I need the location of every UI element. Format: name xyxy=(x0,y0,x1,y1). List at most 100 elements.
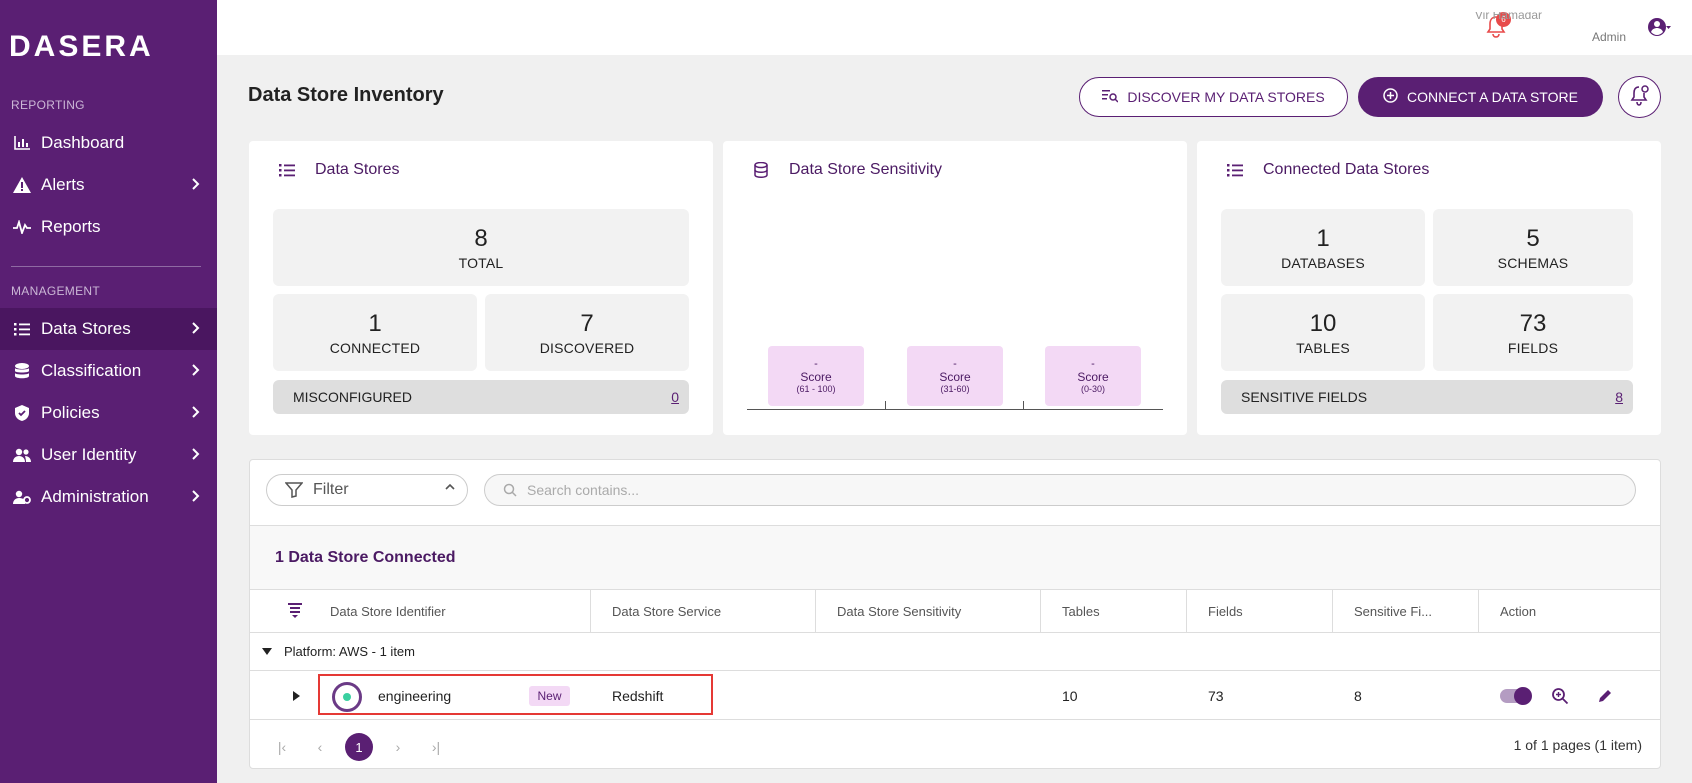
sidebar: DASERA REPORTING Dashboard Alerts Report… xyxy=(0,0,217,783)
sidebar-item-label: Administration xyxy=(41,487,149,506)
sensitivity-axis xyxy=(747,409,1163,410)
databases-label: DATABASES xyxy=(1281,254,1365,271)
top-bar xyxy=(217,0,1692,55)
bar-chart-icon xyxy=(12,134,32,152)
page-button-current[interactable]: 1 xyxy=(345,733,373,761)
prev-page-icon[interactable]: ‹ xyxy=(309,736,331,758)
schemas-stat[interactable]: 5 SCHEMAS xyxy=(1433,209,1633,286)
score-label: Score xyxy=(800,370,832,384)
notification-settings-button[interactable] xyxy=(1618,76,1661,118)
tables-count: 10 xyxy=(1062,687,1078,704)
axis-tick xyxy=(1023,401,1024,409)
score-range: (61 - 100) xyxy=(796,384,836,394)
score-low-bar[interactable]: - Score (0-30) xyxy=(1045,346,1141,406)
card-title: Connected Data Stores xyxy=(1225,161,1429,179)
tables-stat[interactable]: 10 TABLES xyxy=(1221,294,1425,371)
sidebar-item-administration[interactable]: Administration xyxy=(0,476,217,518)
data-stores-title: Data Stores xyxy=(315,161,400,178)
data-stores-card: Data Stores 8 TOTAL 1 CONNECTED 7 DISCOV… xyxy=(249,141,713,435)
user-name: Vir Hamadar xyxy=(1474,12,1542,22)
sidebar-item-classification[interactable]: Classification xyxy=(0,350,217,392)
column-header-tables[interactable]: Tables xyxy=(1062,590,1100,632)
column-divider xyxy=(1478,590,1479,632)
discover-button-label: DISCOVER MY DATA STORES xyxy=(1127,89,1325,105)
sidebar-item-user-identity[interactable]: User Identity xyxy=(0,434,217,476)
sidebar-item-label: Alerts xyxy=(41,175,85,194)
total-value: 8 xyxy=(474,224,488,252)
column-header-sensitivity[interactable]: Data Store Sensitivity xyxy=(837,590,961,632)
user-avatar-icon[interactable] xyxy=(1647,16,1671,38)
score-label: Score xyxy=(939,370,971,384)
column-header-action: Action xyxy=(1500,603,1537,619)
filter-icon xyxy=(285,482,303,498)
column-divider xyxy=(1040,590,1041,632)
database-icon xyxy=(12,362,32,380)
user-role: Admin xyxy=(1592,30,1627,44)
users-icon xyxy=(12,446,32,464)
column-chooser-icon[interactable] xyxy=(288,590,302,632)
plus-circle-icon xyxy=(1383,88,1398,106)
score-value: - xyxy=(953,358,957,370)
chevron-right-icon xyxy=(189,177,203,191)
highlight-box xyxy=(318,674,713,715)
score-range: (0-30) xyxy=(1080,384,1105,394)
enable-toggle[interactable] xyxy=(1500,687,1532,705)
filter-dropdown[interactable]: Filter xyxy=(266,474,468,506)
databases-stat[interactable]: 1 DATABASES xyxy=(1221,209,1425,286)
discovered-value: 7 xyxy=(580,309,594,337)
connect-data-store-button[interactable]: CONNECT A DATA STORE xyxy=(1358,77,1603,117)
chevron-right-icon xyxy=(189,489,203,503)
reporting-section-label: REPORTING xyxy=(11,98,85,112)
discovered-stat[interactable]: 7 DISCOVERED xyxy=(485,294,689,371)
inspect-icon[interactable] xyxy=(1550,686,1570,706)
sidebar-item-alerts[interactable]: Alerts xyxy=(0,164,217,206)
discover-data-stores-button[interactable]: DISCOVER MY DATA STORES xyxy=(1079,77,1348,117)
connected-title: Connected Data Stores xyxy=(1263,161,1430,178)
column-header-fields[interactable]: Fields xyxy=(1208,590,1243,632)
search-input[interactable]: Search contains... xyxy=(484,474,1636,506)
discover-icon xyxy=(1102,89,1119,106)
group-label: Platform: AWS - 1 item xyxy=(284,644,415,659)
filter-label: Filter xyxy=(313,481,349,498)
next-page-icon[interactable]: › xyxy=(387,736,409,758)
connected-stat[interactable]: 1 CONNECTED xyxy=(273,294,477,371)
axis-tick xyxy=(885,401,886,409)
edit-pencil-icon[interactable] xyxy=(1595,686,1615,706)
sidebar-item-label: User Identity xyxy=(41,445,137,464)
chevron-right-icon xyxy=(189,363,203,377)
page-title: Data Store Inventory xyxy=(248,84,444,106)
group-row-platform[interactable]: Platform: AWS - 1 item xyxy=(250,633,1660,671)
sidebar-item-data-stores[interactable]: Data Stores xyxy=(0,308,217,350)
chevron-right-icon xyxy=(189,405,203,419)
caret-right-icon[interactable] xyxy=(293,671,300,720)
column-divider xyxy=(1186,590,1187,632)
column-header-service[interactable]: Data Store Service xyxy=(612,590,721,632)
fields-stat[interactable]: 73 FIELDS xyxy=(1433,294,1633,371)
column-header-sensitive-fields[interactable]: Sensitive Fi... xyxy=(1354,590,1432,632)
sidebar-item-label: Reports xyxy=(41,217,101,236)
sensitive-fields-row: SENSITIVE FIELDS 8 xyxy=(1221,380,1633,414)
last-page-icon[interactable]: ›| xyxy=(425,736,447,758)
sensitive-fields-count-link[interactable]: 8 xyxy=(1615,389,1623,405)
column-header-identifier[interactable]: Data Store Identifier xyxy=(330,590,446,632)
management-section-label: MANAGEMENT xyxy=(11,284,101,298)
sidebar-item-dashboard[interactable]: Dashboard xyxy=(0,122,217,164)
caret-down-icon[interactable] xyxy=(262,648,272,655)
sidebar-item-reports[interactable]: Reports xyxy=(0,206,217,248)
dasera-logo[interactable]: DASERA xyxy=(9,30,154,64)
total-stat[interactable]: 8 TOTAL xyxy=(273,209,689,286)
sensitive-fields-label: SENSITIVE FIELDS xyxy=(1241,389,1368,405)
column-divider xyxy=(815,590,816,632)
score-medium-bar[interactable]: - Score (31-60) xyxy=(907,346,1003,406)
user-gear-icon xyxy=(12,488,32,506)
discovered-label: DISCOVERED xyxy=(539,339,635,356)
first-page-icon[interactable]: |‹ xyxy=(271,736,293,758)
score-high-bar[interactable]: - Score (61 - 100) xyxy=(768,346,864,406)
score-range: (31-60) xyxy=(940,384,970,394)
warning-icon xyxy=(12,176,32,194)
connect-button-label: CONNECT A DATA STORE xyxy=(1407,89,1578,105)
sidebar-item-policies[interactable]: Policies xyxy=(0,392,217,434)
sensitivity-title: Data Store Sensitivity xyxy=(789,161,942,178)
misconfigured-count-link[interactable]: 0 xyxy=(671,389,679,405)
shield-icon xyxy=(12,404,32,422)
